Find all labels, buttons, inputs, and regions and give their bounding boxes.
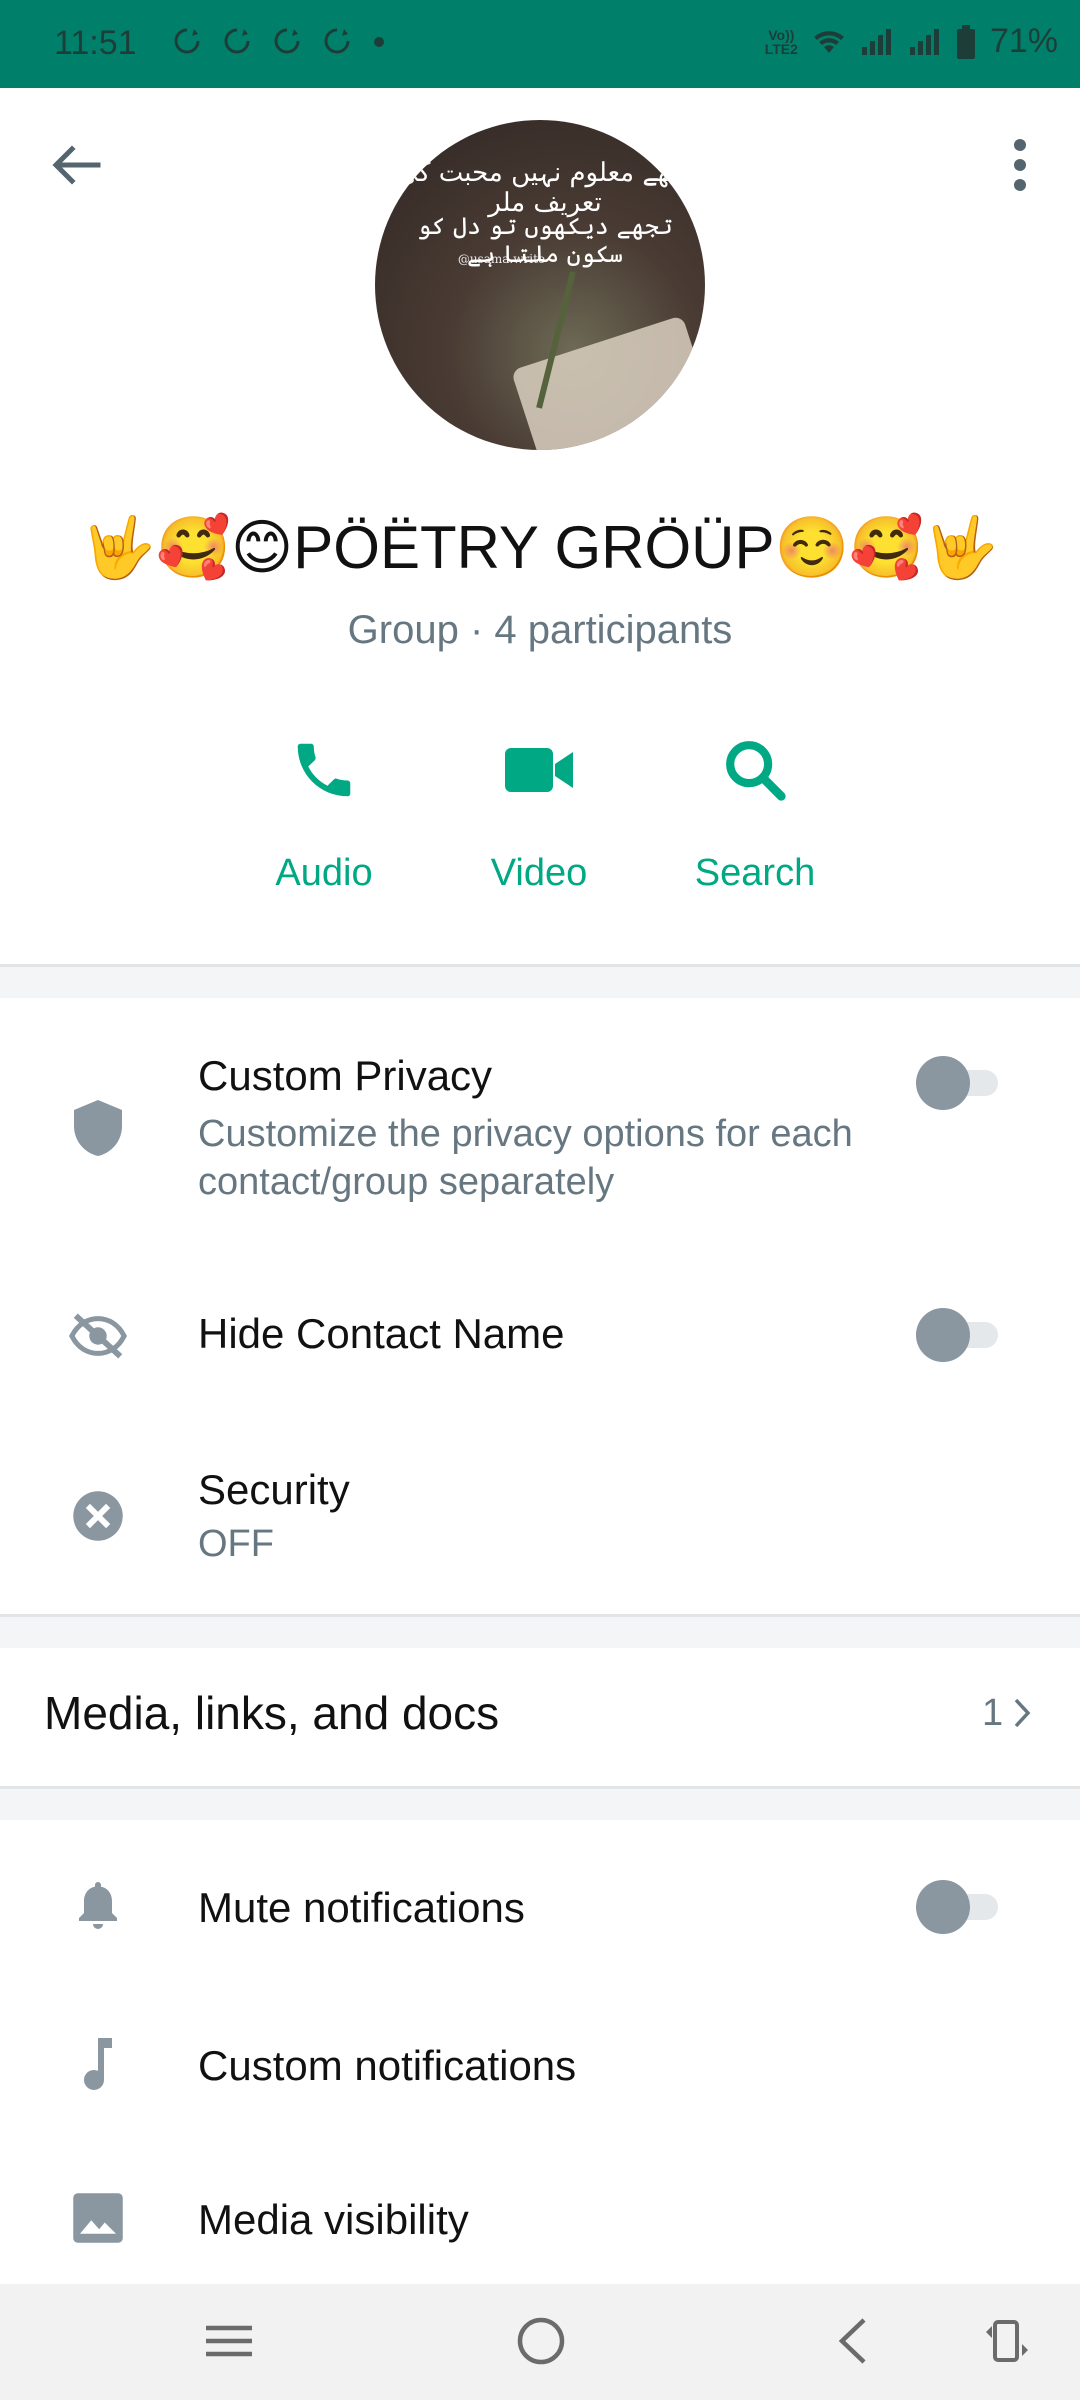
avatar-text-line1: تجھے معلوم نہیں محبت کی تعریف ملر — [396, 158, 694, 218]
system-nav-bar — [0, 2284, 1080, 2400]
group-subtitle: Group · 4 participants — [347, 608, 733, 652]
status-right: Vo)) LTE2 71% — [765, 22, 1058, 61]
recents-menu-icon[interactable] — [202, 2314, 256, 2368]
status-time: 11:51 — [54, 24, 137, 62]
avatar-paper — [510, 315, 705, 450]
video-label: Video — [490, 852, 588, 894]
search-button[interactable]: Search — [665, 730, 845, 895]
notification-icons — [172, 26, 386, 56]
group-avatar[interactable]: تجھے معلوم نہیں محبت کی تعریف ملر تجھے د… — [375, 120, 705, 450]
volte-indicator: Vo)) LTE2 — [764, 26, 798, 57]
dot-icon — [374, 37, 384, 47]
phone-icon — [297, 743, 351, 797]
signal-icon — [909, 28, 939, 55]
chevron-right-icon — [1014, 1698, 1031, 1728]
sync-icon — [324, 28, 350, 54]
hide-contact-name-title: Hide Contact Name — [198, 1310, 565, 1357]
security-title: Security — [198, 1466, 350, 1513]
home-circle-icon[interactable] — [514, 2314, 568, 2368]
section-divider — [0, 964, 1080, 998]
search-label: Search — [694, 852, 816, 894]
audio-call-button[interactable]: Audio — [234, 730, 414, 895]
sync-icon — [274, 28, 300, 54]
eye-off-icon — [68, 1306, 128, 1366]
custom-privacy-toggle[interactable] — [916, 1054, 1006, 1110]
media-links-docs-label: Media, links, and docs — [44, 1687, 500, 1739]
more-vertical-icon — [1014, 139, 1026, 191]
close-circle-icon — [68, 1486, 128, 1546]
music-note-icon — [68, 2034, 128, 2094]
bell-icon — [68, 1876, 128, 1936]
battery-percent: 71% — [989, 22, 1058, 60]
avatar-credit: @usama.write — [457, 252, 545, 266]
video-call-button[interactable]: Video — [449, 730, 629, 895]
more-options-button[interactable] — [1000, 135, 1040, 195]
audio-label: Audio — [275, 852, 373, 894]
signal-icon — [861, 28, 891, 55]
custom-notifications-title: Custom notifications — [198, 2042, 577, 2089]
custom-privacy-title: Custom Privacy — [198, 1052, 493, 1099]
hide-contact-name-toggle[interactable] — [916, 1306, 1006, 1362]
video-camera-icon — [505, 748, 573, 792]
mute-notifications-title: Mute notifications — [198, 1884, 525, 1931]
rotate-screen-icon[interactable] — [980, 2314, 1034, 2368]
group-name[interactable]: 🤟🥰😊PÖËTRY GRÖÜP☺️🥰🤟 — [0, 512, 1080, 583]
arrow-left-icon — [52, 145, 101, 185]
wifi-icon — [813, 30, 844, 53]
media-visibility-title: Media visibility — [198, 2196, 469, 2243]
sync-icon — [224, 28, 250, 54]
media-count: 1 — [982, 1692, 1004, 1734]
shield-icon — [68, 1098, 128, 1158]
custom-privacy-subtitle: Customize the privacy options for each c… — [198, 1113, 853, 1203]
security-value: OFF — [198, 1523, 274, 1565]
section-divider — [0, 1786, 1080, 1820]
mute-notifications-toggle[interactable] — [916, 1878, 1006, 1934]
battery-icon — [956, 24, 975, 59]
search-icon — [726, 741, 786, 801]
back-button[interactable] — [46, 140, 106, 190]
status-bar: 11:51 Vo)) LTE2 71% — [0, 0, 1080, 88]
image-icon — [68, 2188, 128, 2248]
sync-icon — [174, 28, 200, 54]
section-divider — [0, 1614, 1080, 1648]
back-chevron-icon[interactable] — [826, 2314, 880, 2368]
